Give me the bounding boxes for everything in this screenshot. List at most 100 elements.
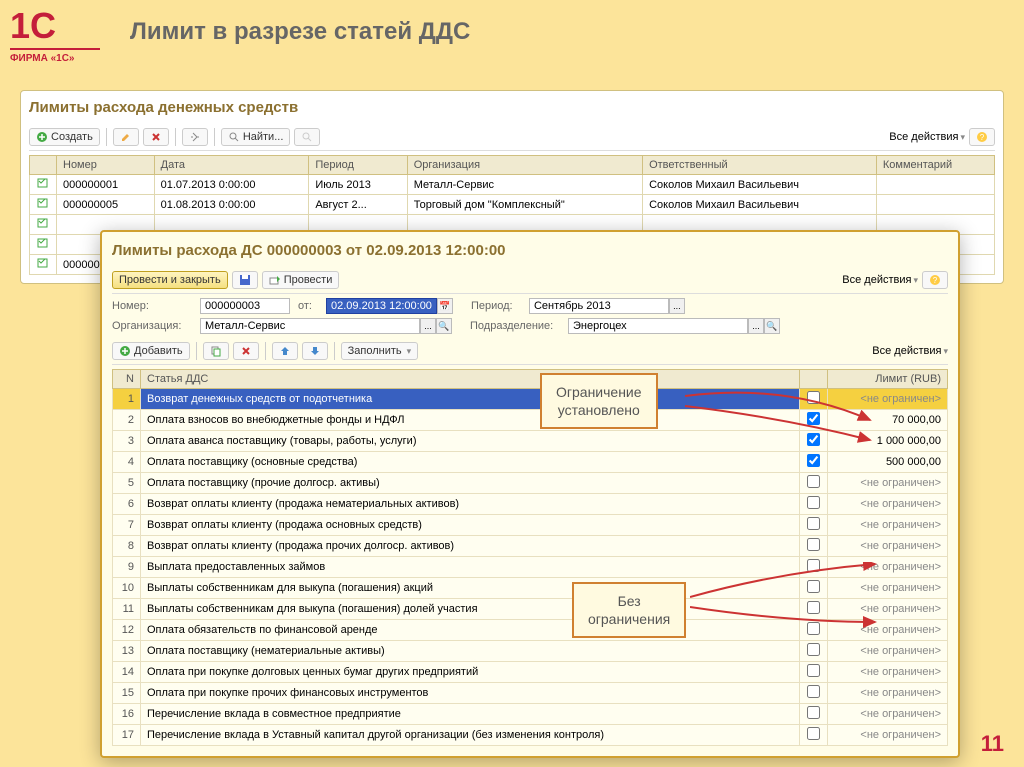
limit-checkbox[interactable] xyxy=(807,664,820,677)
period-input[interactable] xyxy=(529,298,669,314)
table-row[interactable]: 5Оплата поставщику (прочие долгоср. акти… xyxy=(113,473,948,494)
help-icon: ? xyxy=(929,274,941,286)
all-actions-button[interactable]: Все действия xyxy=(889,131,965,143)
table-row[interactable]: 6Возврат оплаты клиенту (продажа нематер… xyxy=(113,494,948,515)
limit-checkbox[interactable] xyxy=(807,643,820,656)
org-label: Организация: xyxy=(112,320,192,332)
doc-icon xyxy=(36,217,50,229)
table-row[interactable]: 15Оплата при покупке прочих финансовых и… xyxy=(113,683,948,704)
separator xyxy=(196,342,197,360)
limit-checkbox[interactable] xyxy=(807,706,820,719)
calendar-button[interactable]: 📅 xyxy=(437,298,453,314)
copy-icon xyxy=(210,345,222,357)
slide-title: Лимит в разрезе статей ДДС xyxy=(130,18,470,46)
detail-toolbar: Добавить Заполнить Все действия xyxy=(112,338,948,365)
svg-text:?: ? xyxy=(980,133,985,142)
nav-icon xyxy=(189,131,201,143)
plus-icon xyxy=(36,131,48,143)
limit-checkbox[interactable] xyxy=(807,685,820,698)
separator xyxy=(334,342,335,360)
move-up-button[interactable] xyxy=(272,342,298,360)
add-button[interactable]: Добавить xyxy=(112,342,190,360)
document-dialog: Лимиты расхода ДС 000000003 от 02.09.201… xyxy=(100,230,960,758)
fill-button[interactable]: Заполнить xyxy=(341,342,419,360)
post-button[interactable]: Провести xyxy=(262,271,340,289)
dept-select-button[interactable]: ... xyxy=(748,318,764,334)
number-input[interactable] xyxy=(200,298,290,314)
all-actions-button[interactable]: Все действия xyxy=(872,345,948,357)
post-close-button[interactable]: Провести и закрыть xyxy=(112,271,228,289)
table-row[interactable]: 4Оплата поставщику (основные средства)50… xyxy=(113,452,948,473)
panel-title: Лимиты расхода денежных средств xyxy=(29,99,995,116)
floppy-icon xyxy=(239,274,251,286)
col-comment[interactable]: Комментарий xyxy=(876,156,994,175)
doc-icon xyxy=(36,257,50,269)
copy-button[interactable] xyxy=(203,342,229,360)
date-input[interactable]: 02.09.2013 12:00:00 xyxy=(326,298,437,314)
org-input[interactable] xyxy=(200,318,420,334)
limit-checkbox[interactable] xyxy=(807,727,820,740)
table-row[interactable]: 14Оплата при покупке долговых ценных бум… xyxy=(113,662,948,683)
dept-input[interactable] xyxy=(568,318,748,334)
col-n[interactable]: N xyxy=(113,370,141,389)
col-number[interactable]: Номер xyxy=(57,156,155,175)
callout-limit-set: Ограничение установлено xyxy=(540,373,658,429)
svg-text:?: ? xyxy=(933,276,938,285)
dept-open-button[interactable]: 🔍 xyxy=(764,318,780,334)
dialog-title: Лимиты расхода ДС 000000003 от 02.09.201… xyxy=(112,242,948,259)
org-open-button[interactable]: 🔍 xyxy=(436,318,452,334)
table-row[interactable]: 8Возврат оплаты клиенту (продажа прочих … xyxy=(113,536,948,557)
delete-button[interactable] xyxy=(143,128,169,146)
col-resp[interactable]: Ответственный xyxy=(643,156,877,175)
delete-icon xyxy=(150,131,162,143)
post-icon xyxy=(269,274,281,286)
table-row[interactable]: 13Оплата поставщику (нематериальные акти… xyxy=(113,641,948,662)
number-label: Номер: xyxy=(112,300,192,312)
search-clear-icon xyxy=(301,131,313,143)
find-label: Найти... xyxy=(243,131,284,143)
org-select-button[interactable]: ... xyxy=(420,318,436,334)
edit-button[interactable] xyxy=(113,128,139,146)
period-select-button[interactable]: ... xyxy=(669,298,685,314)
find-button[interactable]: Найти... xyxy=(221,128,291,146)
from-label: от: xyxy=(298,300,318,312)
delete-icon xyxy=(240,345,252,357)
page-number: 11 xyxy=(981,731,1004,757)
col-org[interactable]: Организация xyxy=(407,156,642,175)
table-row[interactable]: 00000000101.07.2013 0:00:00Июль 2013Мета… xyxy=(30,175,995,195)
delete-row-button[interactable] xyxy=(233,342,259,360)
help-button[interactable]: ? xyxy=(922,271,948,289)
doc-icon xyxy=(36,197,50,209)
separator xyxy=(175,128,176,146)
col-period[interactable]: Период xyxy=(309,156,407,175)
create-label: Создать xyxy=(51,131,93,143)
doc-icon xyxy=(36,237,50,249)
col-status[interactable] xyxy=(30,156,57,175)
limit-checkbox[interactable] xyxy=(807,538,820,551)
move-down-button[interactable] xyxy=(302,342,328,360)
separator xyxy=(265,342,266,360)
help-button[interactable]: ? xyxy=(969,128,995,146)
table-row[interactable]: 17Перечисление вклада в Уставный капитал… xyxy=(113,725,948,746)
all-actions-button[interactable]: Все действия xyxy=(842,274,918,286)
doc-icon xyxy=(36,177,50,189)
calendar-icon: 📅 xyxy=(439,301,450,311)
limit-checkbox[interactable] xyxy=(807,517,820,530)
table-row[interactable]: 00000000501.08.2013 0:00:00Август 2...То… xyxy=(30,195,995,215)
table-row[interactable]: 16Перечисление вклада в совместное предп… xyxy=(113,704,948,725)
callout-no-limit: Без ограничения xyxy=(572,582,686,638)
pencil-icon xyxy=(120,131,132,143)
table-row[interactable]: 7Возврат оплаты клиенту (продажа основны… xyxy=(113,515,948,536)
dept-label: Подразделение: xyxy=(470,320,560,332)
limit-checkbox[interactable] xyxy=(807,454,820,467)
clear-search-button[interactable] xyxy=(294,128,320,146)
dialog-toolbar: Провести и закрыть Провести Все действия… xyxy=(112,267,948,294)
save-button[interactable] xyxy=(232,271,258,289)
nav-button[interactable] xyxy=(182,128,208,146)
logo: 1C ФИРМА «1С» xyxy=(10,10,100,70)
limit-checkbox[interactable] xyxy=(807,475,820,488)
limit-checkbox[interactable] xyxy=(807,496,820,509)
search-icon: 🔍 xyxy=(438,321,449,331)
col-date[interactable]: Дата xyxy=(154,156,309,175)
create-button[interactable]: Создать xyxy=(29,128,100,146)
